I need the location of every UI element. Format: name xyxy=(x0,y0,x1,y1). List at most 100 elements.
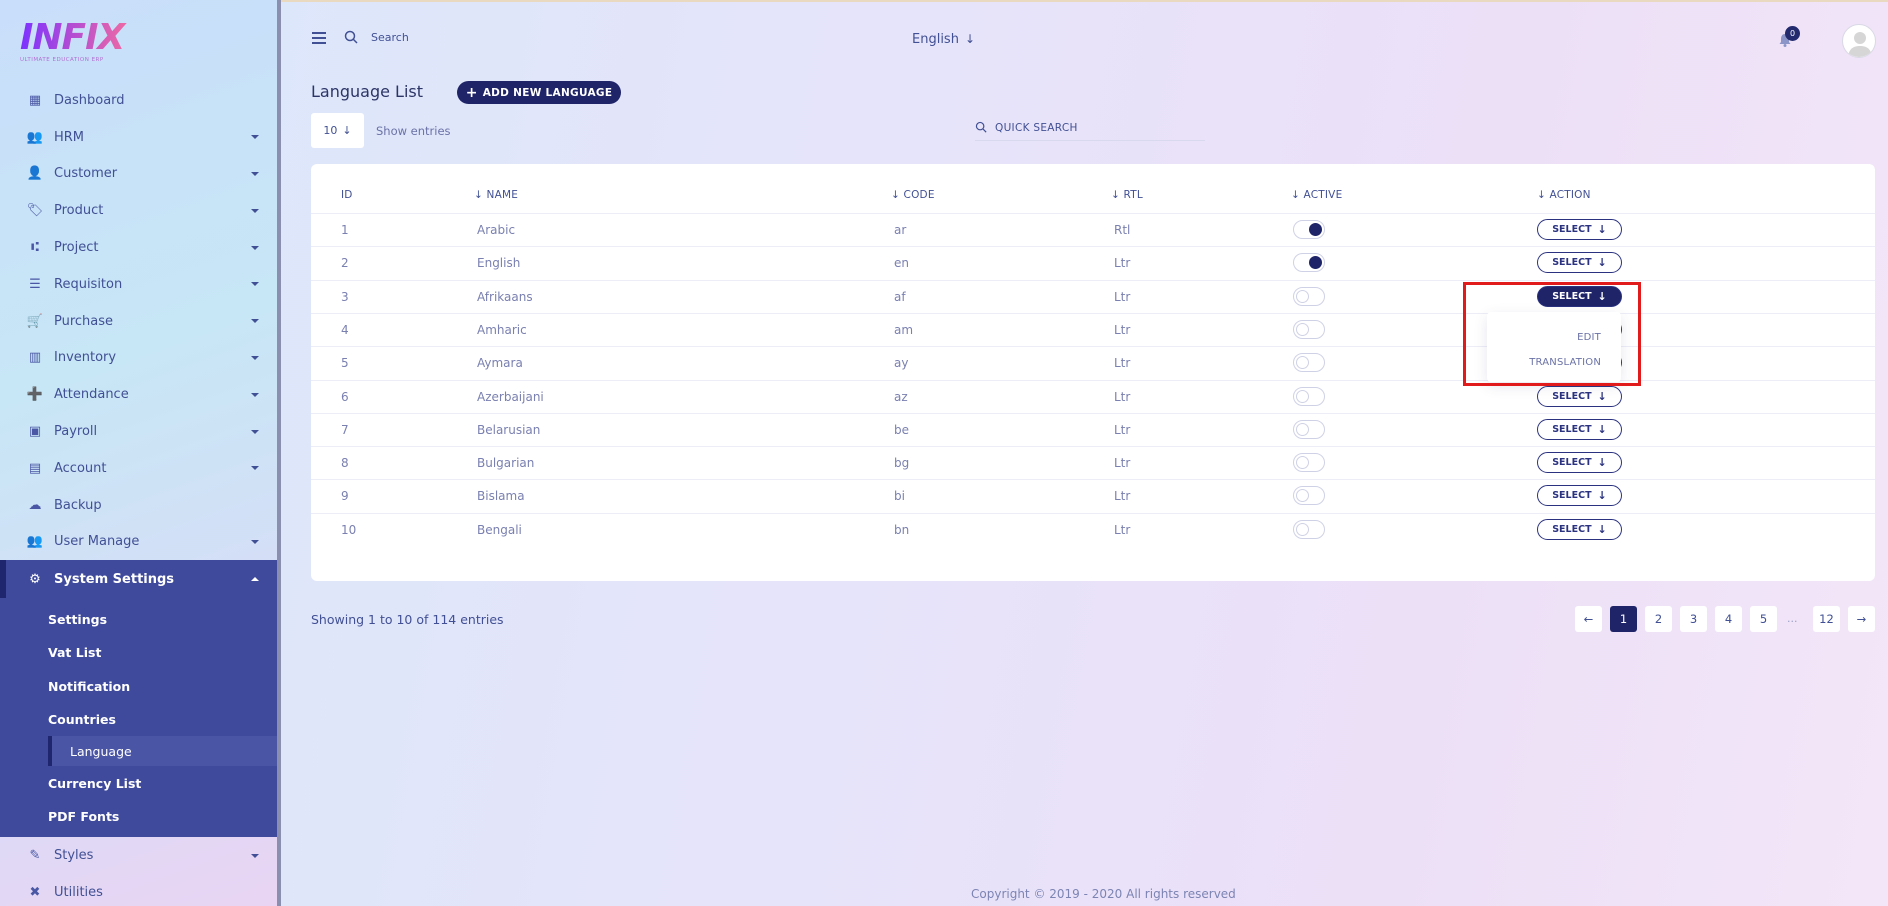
table-row: 9 Bislama bi Ltr SELECT ↓ xyxy=(311,479,1875,512)
submenu-item-pdf-fonts[interactable]: PDF Fonts xyxy=(0,800,277,834)
add-new-language-button[interactable]: + ADD NEW LANGUAGE xyxy=(457,81,621,104)
sidebar-item-utilities[interactable]: ✖ Utilities xyxy=(0,874,277,906)
column-header-name[interactable]: ↓ NAME xyxy=(474,189,518,201)
column-header-code[interactable]: ↓ CODE xyxy=(891,189,935,201)
cell-rtl: Ltr xyxy=(1114,256,1131,271)
toggle-knob xyxy=(1309,223,1322,236)
sidebar-item-backup[interactable]: ☁ Backup xyxy=(0,487,277,524)
top-accent-line xyxy=(0,0,1888,2)
highlight-box xyxy=(1463,282,1641,386)
hamburger-menu-icon[interactable] xyxy=(312,32,326,44)
submenu-item-language[interactable]: Language xyxy=(48,736,277,767)
active-toggle[interactable] xyxy=(1293,453,1325,473)
cell-name: Belarusian xyxy=(477,422,541,437)
sidebar-item-label: Attendance xyxy=(54,387,129,403)
cell-name: Bislama xyxy=(477,489,525,504)
select-action-button[interactable]: SELECT ↓ xyxy=(1537,219,1622,240)
active-toggle[interactable] xyxy=(1293,220,1325,239)
cell-name: Azerbaijani xyxy=(477,389,544,404)
column-header-rtl[interactable]: ↓ RTL xyxy=(1111,189,1143,201)
caret-up-icon xyxy=(251,577,259,582)
add-new-language-label: ADD NEW LANGUAGE xyxy=(482,86,613,99)
cell-rtl: Ltr xyxy=(1114,422,1131,437)
select-action-button[interactable]: SELECT ↓ xyxy=(1537,485,1622,507)
cell-rtl: Ltr xyxy=(1114,356,1131,371)
sidebar-item-dashboard[interactable]: ▦ Dashboard xyxy=(0,82,277,119)
cell-id: 9 xyxy=(341,489,349,504)
cell-code: en xyxy=(894,256,909,271)
submenu-item-vat-list[interactable]: Vat List xyxy=(0,636,277,670)
page-button-2[interactable]: 2 xyxy=(1645,606,1672,632)
submenu-item-settings[interactable]: Settings xyxy=(0,602,277,636)
sidebar-item-hrm[interactable]: 👥 HRM xyxy=(0,119,277,156)
next-page-arrow-icon[interactable]: → xyxy=(1848,606,1875,632)
quick-search-input[interactable]: QUICK SEARCH xyxy=(975,121,1205,141)
avatar[interactable] xyxy=(1842,24,1876,58)
active-toggle[interactable] xyxy=(1293,486,1325,506)
sort-arrow-icon: ↓ xyxy=(1291,189,1304,201)
page-button-12[interactable]: 12 xyxy=(1813,606,1840,632)
sidebar-menu: ▦ Dashboard 👥 HRM 👤 Customer 🏷 Product ⑆ Project ☰… xyxy=(0,82,277,906)
prev-page-arrow-icon[interactable]: ← xyxy=(1575,606,1602,632)
submenu-item-currency-list[interactable]: Currency List xyxy=(0,766,277,800)
active-toggle[interactable] xyxy=(1293,286,1325,306)
sidebar-item-requisiton[interactable]: ☰ Requisiton xyxy=(0,266,277,303)
sidebar-item-payroll[interactable]: ▣ Payroll xyxy=(0,413,277,450)
active-toggle[interactable] xyxy=(1293,253,1325,273)
submenu-item-notification[interactable]: Notification xyxy=(0,669,277,703)
sidebar-item-project[interactable]: ⑆ Project xyxy=(0,229,277,266)
search-icon xyxy=(975,121,987,133)
column-header-active[interactable]: ↓ ACTIVE xyxy=(1291,189,1342,201)
sidebar-item-inventory[interactable]: ▥ Inventory xyxy=(0,340,277,377)
cell-name: Aymara xyxy=(477,356,523,371)
sidebar-item-label: Inventory xyxy=(54,350,117,366)
active-toggle[interactable] xyxy=(1293,353,1325,373)
table-row: 1 Arabic ar Rtl SELECT ↓ xyxy=(311,213,1875,246)
copyright: Copyright © 2019 - 2020 All rights reser… xyxy=(971,887,1236,901)
sort-arrow-icon: ↓ xyxy=(474,189,487,201)
caret-down-icon xyxy=(251,853,259,858)
select-action-button[interactable]: SELECT ↓ xyxy=(1537,385,1622,407)
sidebar-item-attendance[interactable]: ➕ Attendance xyxy=(0,376,277,413)
arrow-down-icon: ↓ xyxy=(1597,223,1607,236)
sidebar-item-product[interactable]: 🏷 Product xyxy=(0,192,277,229)
cell-code: az xyxy=(894,389,908,404)
page-button-4[interactable]: 4 xyxy=(1715,606,1742,632)
submenu-item-countries[interactable]: Countries xyxy=(0,703,277,737)
select-label: SELECT xyxy=(1552,257,1592,269)
active-toggle[interactable] xyxy=(1293,319,1325,339)
page-button-3[interactable]: 3 xyxy=(1680,606,1707,632)
sidebar-item-customer[interactable]: 👤 Customer xyxy=(0,156,277,193)
sidebar-item-label: Customer xyxy=(54,166,118,182)
sidebar-item-account[interactable]: ▤ Account xyxy=(0,450,277,487)
column-header-label: ACTION xyxy=(1549,189,1591,201)
column-header-label: CODE xyxy=(903,189,935,201)
select-action-button[interactable]: SELECT ↓ xyxy=(1537,452,1622,474)
caret-down-icon xyxy=(251,171,259,176)
column-header-label: RTL xyxy=(1123,189,1143,201)
active-toggle[interactable] xyxy=(1293,519,1325,539)
column-header-action[interactable]: ↓ ACTION xyxy=(1537,189,1591,201)
toggle-knob xyxy=(1309,256,1322,270)
toggle-knob xyxy=(1296,456,1309,470)
select-action-button[interactable]: SELECT ↓ xyxy=(1537,252,1622,274)
sidebar-item-system-settings[interactable]: ⚙ System Settings xyxy=(0,560,277,599)
cell-rtl: Ltr xyxy=(1114,489,1131,504)
active-toggle[interactable] xyxy=(1293,386,1325,406)
select-action-button[interactable]: SELECT ↓ xyxy=(1537,418,1622,440)
cell-id: 4 xyxy=(341,322,349,337)
sidebar-item-styles[interactable]: ✎ Styles xyxy=(0,837,277,874)
sidebar-item-user-manage[interactable]: 👥 User Manage xyxy=(0,524,277,561)
active-toggle[interactable] xyxy=(1293,419,1325,439)
select-action-button[interactable]: SELECT ↓ xyxy=(1537,518,1622,540)
cell-code: bg xyxy=(894,456,910,471)
entries-select[interactable]: 10 ↓ xyxy=(311,113,364,148)
page-button-5[interactable]: 5 xyxy=(1750,606,1777,632)
language-select[interactable]: English ↓ xyxy=(912,32,975,47)
logo-word: INFIX xyxy=(20,20,130,56)
sidebar-item-purchase[interactable]: 🛒 Purchase xyxy=(0,303,277,340)
logo[interactable]: INFIX ULTIMATE EDUCATION ERP xyxy=(20,20,130,64)
page-button-1[interactable]: 1 xyxy=(1610,606,1637,632)
search-input[interactable]: Search xyxy=(371,31,409,44)
cell-name: Afrikaans xyxy=(477,289,533,304)
